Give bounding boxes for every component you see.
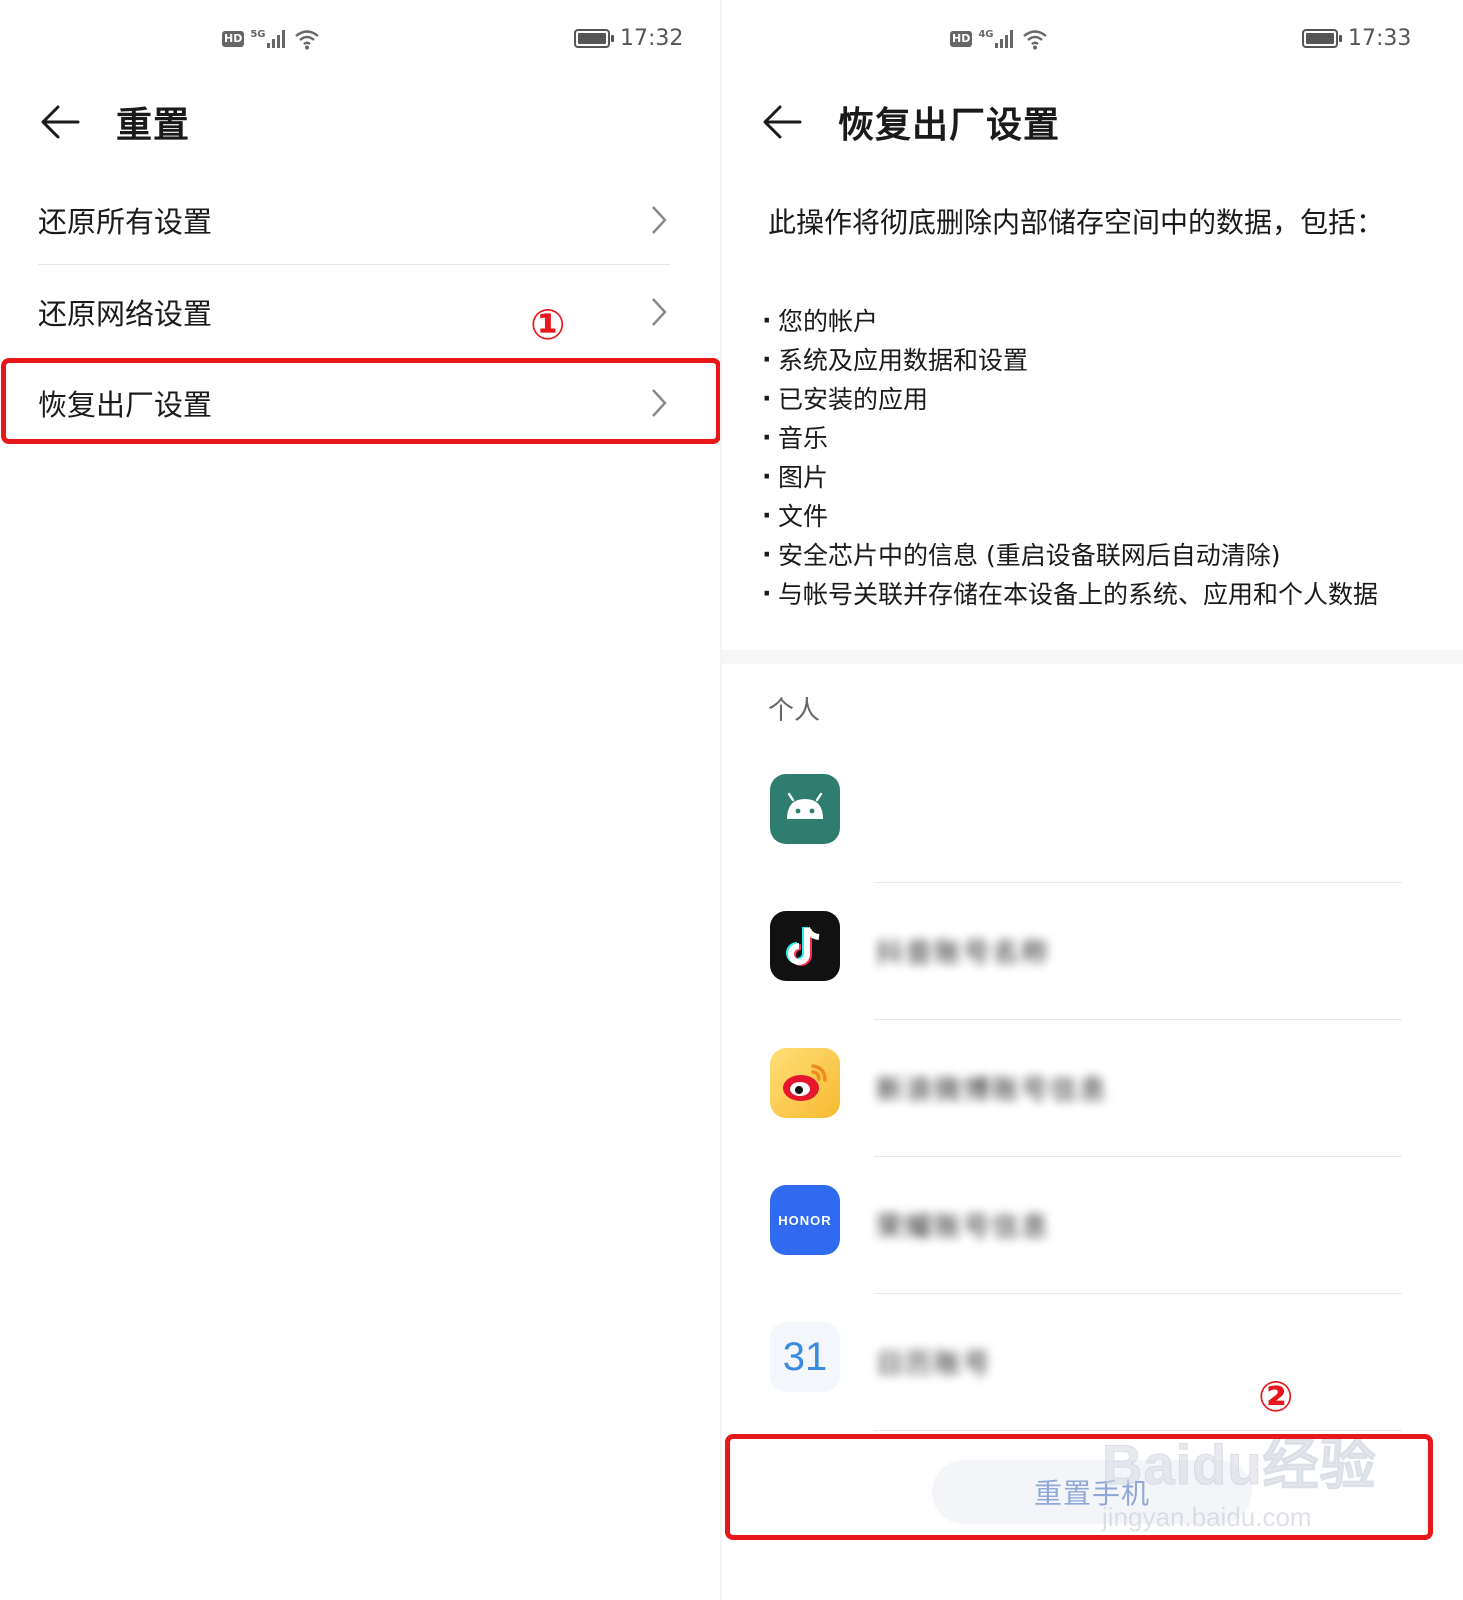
left-screen: HD 5G 17:32 重置 还原所有设置 还原网络设置 恢复出厂设置 ① — [0, 0, 720, 1600]
honor-logo-text: HONOR — [778, 1212, 832, 1228]
annotation-marker-2: ② — [1258, 1372, 1294, 1421]
annotation-highlight-1 — [1, 358, 720, 444]
reset-description: 此操作将彻底删除内部储存空间中的数据，包括： — [768, 206, 1385, 239]
honor-icon: HONOR — [770, 1185, 840, 1255]
status-right: 17:33 — [1302, 26, 1411, 51]
list-item: 您的帐户 — [762, 301, 1442, 341]
hd-icon: HD — [950, 31, 973, 47]
back-arrow-icon[interactable] — [760, 100, 804, 144]
hd-icon: HD — [222, 31, 245, 47]
status-right: 17:32 — [574, 26, 683, 51]
signal-icon — [266, 30, 285, 48]
calendar-date-text: 31 — [782, 1334, 828, 1379]
menu-divider — [38, 264, 670, 265]
menu-item-label: 还原网络设置 — [38, 297, 213, 331]
back-arrow-icon[interactable] — [38, 100, 82, 144]
account-row: 抖音账号名称 — [770, 883, 1402, 1020]
account-row — [770, 746, 1402, 883]
android-icon — [770, 774, 840, 844]
annotation-marker-1: ① — [530, 300, 566, 349]
app-bar: 恢复出厂设置 — [760, 92, 1060, 152]
signal-icon — [994, 30, 1013, 48]
calendar-icon: 31 — [770, 1322, 840, 1392]
account-row: 31 日历账号 — [770, 1294, 1402, 1431]
page-title: 恢复出厂设置 — [838, 105, 1061, 146]
list-item: 文件 — [762, 496, 1442, 536]
list-item: 音乐 — [762, 418, 1442, 458]
weibo-icon — [770, 1048, 840, 1118]
account-name: 日历账号 — [876, 1349, 992, 1380]
list-item: 已安装的应用 — [762, 379, 1442, 419]
menu-item-reset-network-settings[interactable]: 还原网络设置 — [38, 266, 670, 358]
battery-icon — [1302, 29, 1342, 48]
menu-item-label: 还原所有设置 — [38, 205, 213, 239]
account-row: 新浪微博账号信息 — [770, 1020, 1402, 1157]
account-name: 抖音账号名称 — [876, 938, 1050, 969]
page-title: 重置 — [116, 105, 191, 146]
account-row: HONOR 荣耀账号信息 — [770, 1157, 1402, 1294]
network-type: 4G — [978, 28, 994, 40]
list-item: 安全芯片中的信息 (重启设备联网后自动清除) — [762, 535, 1442, 575]
account-name: 荣耀账号信息 — [876, 1212, 1050, 1243]
wifi-icon — [1022, 30, 1047, 50]
signal-indicators: HD 5G — [222, 28, 320, 50]
status-time: 17:32 — [620, 26, 684, 51]
status-time: 17:33 — [1348, 26, 1412, 51]
list-item: 与帐号关联并存储在本设备上的系统、应用和个人数据 — [762, 574, 1442, 614]
list-item: 系统及应用数据和设置 — [762, 340, 1442, 380]
chevron-right-icon — [652, 298, 667, 326]
account-name: 新浪微博账号信息 — [876, 1075, 1108, 1106]
annotation-highlight-2 — [725, 1434, 1433, 1540]
status-bar: HD 5G 17:32 — [0, 22, 720, 58]
network-type: 5G — [250, 28, 266, 40]
menu-item-reset-all-settings[interactable]: 还原所有设置 — [38, 174, 670, 266]
section-header-personal: 个人 — [768, 696, 821, 726]
data-to-erase-list: 您的帐户 系统及应用数据和设置 已安装的应用 音乐 图片 文件 安全芯片中的信息… — [762, 301, 1442, 614]
signal-indicators: HD 4G — [950, 28, 1048, 50]
list-item: 图片 — [762, 457, 1442, 497]
battery-icon — [574, 29, 614, 48]
right-screen: HD 4G 17:33 恢复出厂设置 此操作将彻底删除内部储存空间中的数据，包括… — [722, 0, 1463, 1600]
status-bar: HD 4G 17:33 — [722, 22, 1463, 58]
wifi-icon — [294, 30, 319, 50]
tiktok-icon — [770, 911, 840, 981]
row-divider — [874, 1430, 1402, 1431]
app-bar: 重置 — [38, 92, 190, 152]
section-divider — [722, 650, 1463, 664]
chevron-right-icon — [652, 206, 667, 234]
